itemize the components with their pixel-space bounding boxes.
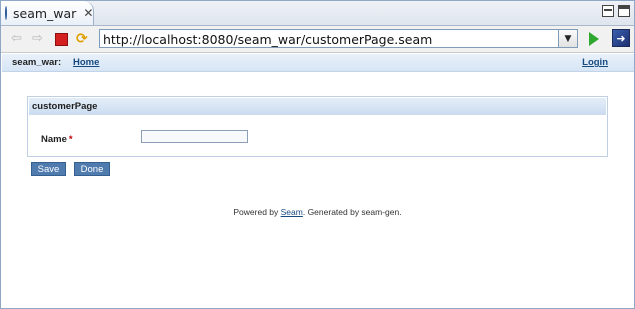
globe-icon	[5, 6, 7, 20]
editor-tab-strip: seam_war ✕	[1, 1, 634, 26]
minimize-icon[interactable]	[602, 5, 614, 17]
save-button[interactable]: Save	[31, 162, 66, 176]
required-marker: *	[68, 134, 73, 145]
browser-toolbar: ⇦ ⇨ ⟳ http://localhost:8080/seam_war/cus…	[1, 26, 634, 53]
external-browser-icon[interactable]: ➜	[612, 29, 630, 47]
close-icon[interactable]: ✕	[83, 7, 93, 19]
forward-arrow-icon[interactable]: ⇨	[32, 32, 46, 46]
name-label: Name *	[41, 134, 73, 145]
back-arrow-icon[interactable]: ⇦	[11, 32, 25, 46]
footer-prefix: Powered by	[233, 207, 281, 217]
url-history-dropdown[interactable]: ▼	[559, 29, 578, 48]
app-menubar: seam_war: Home Login	[2, 54, 634, 72]
login-link[interactable]: Login	[582, 57, 608, 68]
go-icon[interactable]	[589, 32, 599, 46]
url-input[interactable]: http://localhost:8080/seam_war/customerP…	[99, 29, 559, 48]
refresh-icon[interactable]: ⟳	[76, 32, 90, 46]
browser-window: seam_war ✕ ⇦ ⇨ ⟳ http://localhost:8080/s…	[0, 0, 635, 309]
home-link[interactable]: Home	[73, 57, 99, 68]
browser-tab[interactable]: seam_war ✕	[1, 1, 94, 25]
maximize-icon[interactable]	[618, 5, 630, 17]
done-button[interactable]: Done	[74, 162, 110, 176]
window-controls	[602, 5, 630, 17]
stop-icon[interactable]	[55, 33, 68, 46]
footer-suffix: . Generated by seam-gen.	[302, 207, 402, 217]
panel-title: customerPage	[29, 98, 606, 115]
seam-link[interactable]: Seam	[281, 207, 303, 217]
customer-form-panel: customerPage Name *	[27, 96, 608, 157]
footer: Powered by Seam. Generated by seam-gen.	[1, 207, 634, 217]
app-name: seam_war:	[12, 57, 62, 68]
tab-title: seam_war	[13, 5, 77, 21]
name-input[interactable]	[141, 130, 248, 143]
name-label-text: Name	[41, 134, 67, 145]
